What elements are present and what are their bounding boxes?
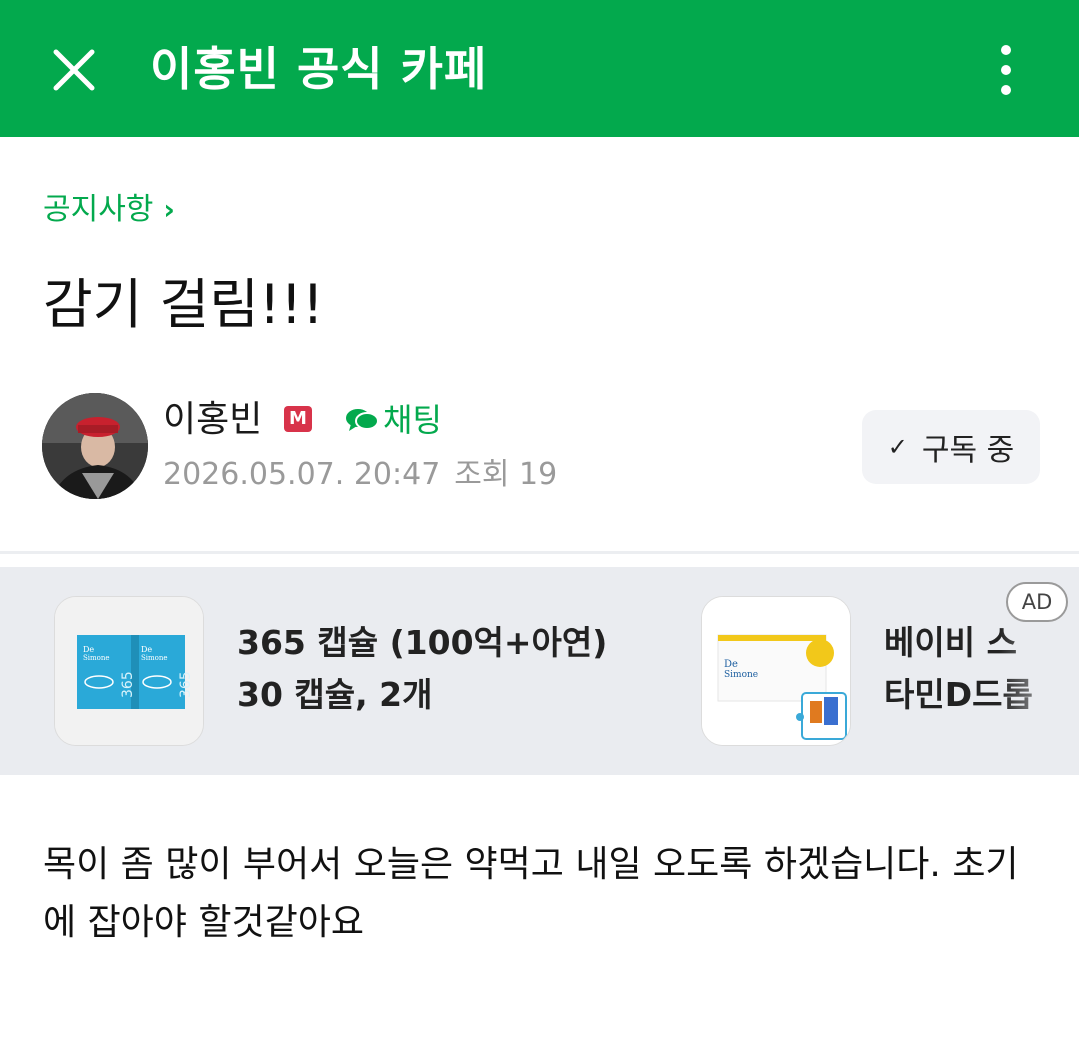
chevron-right-icon: › [163, 193, 175, 226]
svg-text:De: De [724, 659, 738, 670]
board-label: 공지사항 [43, 192, 154, 227]
post-title: 감기 걸림!!! [43, 273, 324, 336]
board-link[interactable]: 공지사항 › [43, 190, 175, 230]
svg-text:De: De [141, 645, 152, 654]
svg-text:365: 365 [178, 671, 194, 698]
ad-product-title[interactable]: 365 캡슐 (100억+아연) 30 캡슐, 2개 [237, 617, 657, 721]
manager-badge: M [284, 406, 312, 432]
chat-button[interactable]: 채팅 [345, 398, 442, 442]
product-box-image: De Simone [702, 597, 850, 745]
svg-text:Simone: Simone [724, 670, 758, 680]
author-name[interactable]: 이홍빈 [163, 398, 262, 442]
svg-text:Simone: Simone [141, 654, 168, 662]
ad-product-image[interactable]: De Simone [701, 596, 851, 746]
cafe-title: 이홍빈 공식 카페 [150, 42, 488, 96]
view-count: 조회 19 [454, 457, 558, 492]
check-icon: ✓ [887, 433, 908, 461]
chat-icon [346, 409, 379, 431]
svg-text:Simone: Simone [83, 654, 110, 662]
post-meta: 2026.05.07. 20:47 조회 19 [163, 455, 557, 495]
avatar-image [42, 393, 148, 499]
close-icon [53, 49, 95, 91]
product-box-image: De Simone De Simone 365 365 [55, 597, 203, 745]
app-header: 이홍빈 공식 카페 [0, 0, 1079, 137]
ad-product-image[interactable]: De Simone De Simone 365 365 [54, 596, 204, 746]
ad-badge[interactable]: AD [1006, 582, 1068, 622]
chat-label: 채팅 [383, 401, 442, 439]
svg-text:365: 365 [120, 671, 136, 698]
post-date: 2026.05.07. 20:47 [163, 457, 441, 492]
avatar[interactable] [42, 393, 148, 499]
ad-carousel[interactable]: De Simone De Simone 365 365 365 캡슐 (100억… [0, 567, 1079, 775]
more-options-button[interactable] [986, 40, 1030, 100]
post-body: 목이 좀 많이 부어서 오늘은 약먹고 내일 오도록 하겠습니다. 초기에 잡아… [43, 844, 1019, 943]
divider [0, 551, 1079, 554]
close-button[interactable] [44, 40, 104, 100]
svg-text:De: De [83, 645, 94, 654]
more-dot [1001, 65, 1011, 75]
subscribe-label: 구독 중 [921, 433, 1015, 468]
more-vertical-icon [1001, 45, 1011, 55]
more-dot [1001, 85, 1011, 95]
subscribe-button[interactable]: ✓ 구독 중 [862, 410, 1040, 484]
